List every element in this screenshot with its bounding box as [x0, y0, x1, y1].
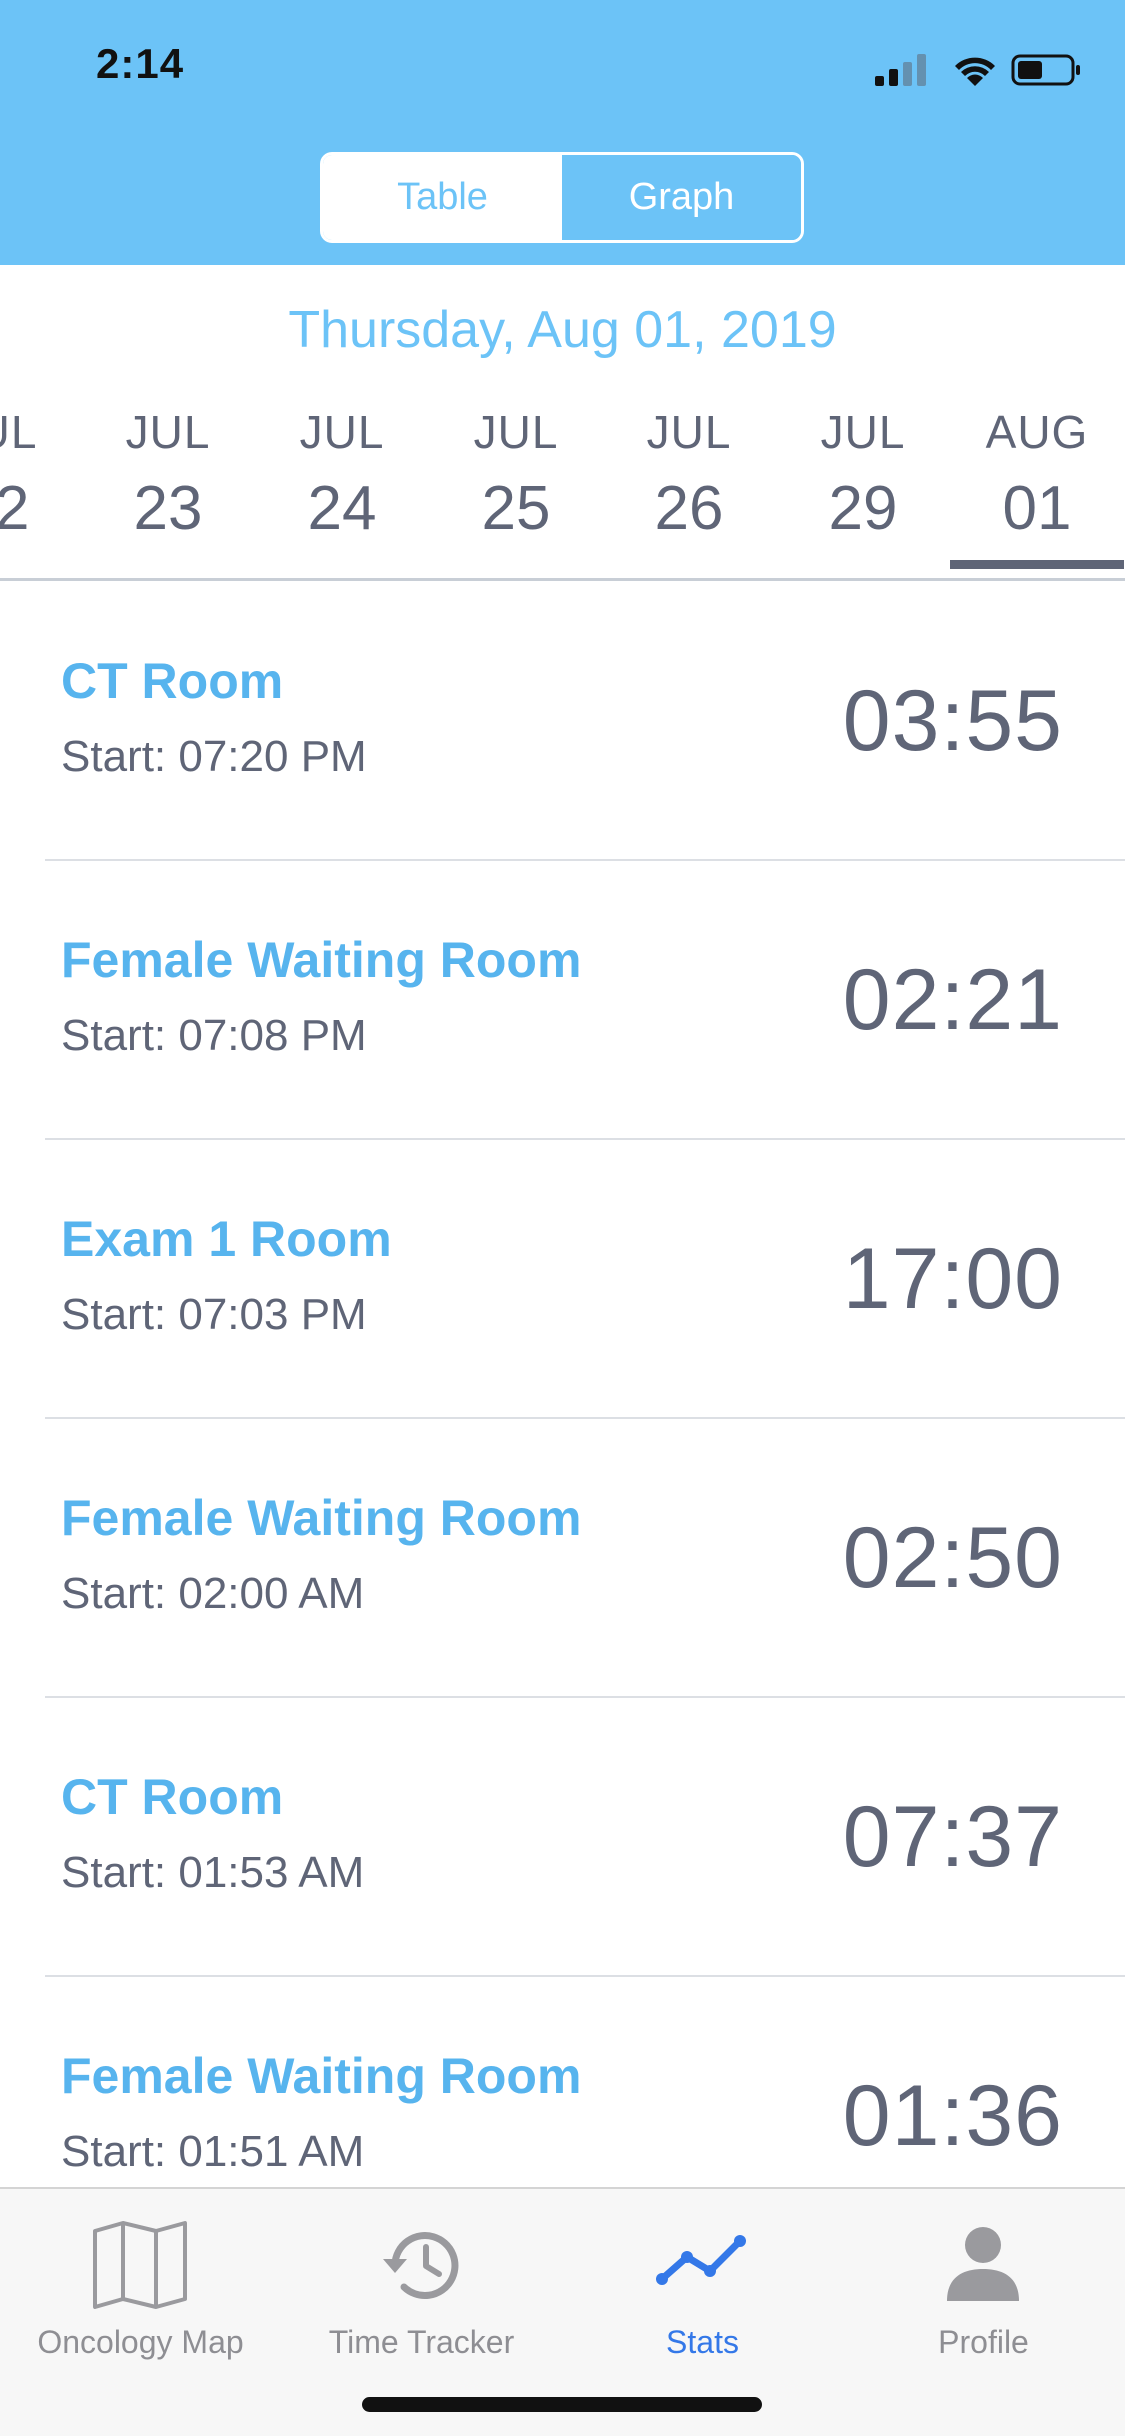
date-day: 22 [0, 474, 30, 543]
date-day: 29 [828, 474, 898, 543]
date-item[interactable]: JUL 26 [602, 405, 776, 544]
graph-segment-button[interactable]: Graph [562, 155, 801, 240]
selected-date-underline [950, 560, 1124, 569]
tab-profile[interactable]: Profile [843, 2199, 1124, 2369]
tab-oncology-map[interactable]: Oncology Map [0, 2199, 281, 2369]
list-item[interactable]: CT Room Start: 07:20 PM 03:55 [45, 582, 1125, 861]
date-day: 25 [481, 474, 551, 543]
date-month: JUL [820, 406, 906, 458]
date-day: 01 [1002, 474, 1072, 543]
date-item[interactable]: JUL 25 [429, 405, 603, 544]
start-time: Start: 01:53 AM [61, 1848, 365, 1897]
room-name: Female Waiting Room [61, 1490, 582, 1546]
date-strip[interactable]: JUL 22 JUL 23 JUL 24 JUL 25 JUL 26 JUL 2… [0, 405, 1125, 580]
header-bar: 2:14 Table Graph [0, 0, 1125, 265]
date-item[interactable]: JUL 23 [81, 405, 255, 544]
tab-label: Time Tracker [328, 2324, 515, 2360]
duration: 17:00 [842, 1231, 1063, 1327]
duration: 02:50 [842, 1510, 1063, 1606]
list-item[interactable]: Female Waiting Room Start: 07:08 PM 02:2… [45, 861, 1125, 1140]
wifi-icon [955, 57, 995, 86]
start-time: Start: 02:00 AM [61, 1569, 365, 1618]
date-strip-divider [0, 578, 1125, 581]
start-time: Start: 07:08 PM [61, 1011, 367, 1060]
start-time: Start: 07:20 PM [61, 732, 367, 781]
duration: 01:36 [842, 2068, 1063, 2164]
date-month: JUL [646, 406, 732, 458]
home-indicator [362, 2397, 762, 2412]
signal-icon [875, 54, 926, 86]
map-icon [93, 2221, 187, 2309]
date-item[interactable]: JUL 29 [776, 405, 950, 544]
tab-stats[interactable]: Stats [562, 2199, 843, 2369]
list-item[interactable]: CT Room Start: 01:53 AM 07:37 [45, 1698, 1125, 1977]
room-name: Exam 1 Room [61, 1211, 392, 1267]
duration: 03:55 [842, 673, 1063, 769]
view-segmented-control: Table Graph [320, 152, 804, 243]
list-item[interactable]: Exam 1 Room Start: 07:03 PM 17:00 [45, 1140, 1125, 1419]
date-item[interactable]: JUL 24 [255, 405, 429, 544]
tab-label: Oncology Map [37, 2324, 244, 2360]
date-day: 23 [133, 474, 203, 543]
room-name: CT Room [61, 1769, 284, 1825]
history-clock-icon [383, 2232, 459, 2300]
table-segment-button[interactable]: Table [323, 155, 562, 240]
date-day: 26 [654, 474, 724, 543]
duration: 07:37 [842, 1789, 1063, 1885]
date-month: AUG [985, 406, 1089, 458]
status-time: 2:14 [96, 40, 185, 87]
room-name: Female Waiting Room [61, 932, 582, 988]
list-item[interactable]: Female Waiting Room Start: 01:51 AM 01:3… [45, 1977, 1125, 2187]
date-month: JUL [473, 406, 559, 458]
tab-label: Profile [938, 2324, 1029, 2360]
date-month: JUL [125, 406, 211, 458]
room-name: CT Room [61, 653, 284, 709]
date-item[interactable]: JUL 22 [0, 405, 82, 544]
stats-line-icon [656, 2235, 746, 2285]
battery-icon [1011, 54, 1080, 86]
selected-date-title: Thursday, Aug 01, 2019 [288, 301, 837, 359]
time-entries-list[interactable]: CT Room Start: 07:20 PM 03:55 Female Wai… [0, 582, 1125, 2187]
person-icon [947, 2227, 1019, 2301]
date-month: JUL [299, 406, 385, 458]
room-name: Female Waiting Room [61, 2048, 582, 2104]
status-icons [875, 50, 1085, 90]
start-time: Start: 07:03 PM [61, 1290, 367, 1339]
start-time: Start: 01:51 AM [61, 2127, 365, 2176]
list-item[interactable]: Female Waiting Room Start: 02:00 AM 02:5… [45, 1419, 1125, 1698]
tab-time-tracker[interactable]: Time Tracker [281, 2199, 562, 2369]
date-item-selected[interactable]: AUG 01 [950, 405, 1124, 569]
date-day: 24 [307, 474, 377, 543]
tab-label: Stats [666, 2324, 739, 2360]
date-month: JUL [0, 406, 38, 458]
duration: 02:21 [842, 952, 1063, 1048]
